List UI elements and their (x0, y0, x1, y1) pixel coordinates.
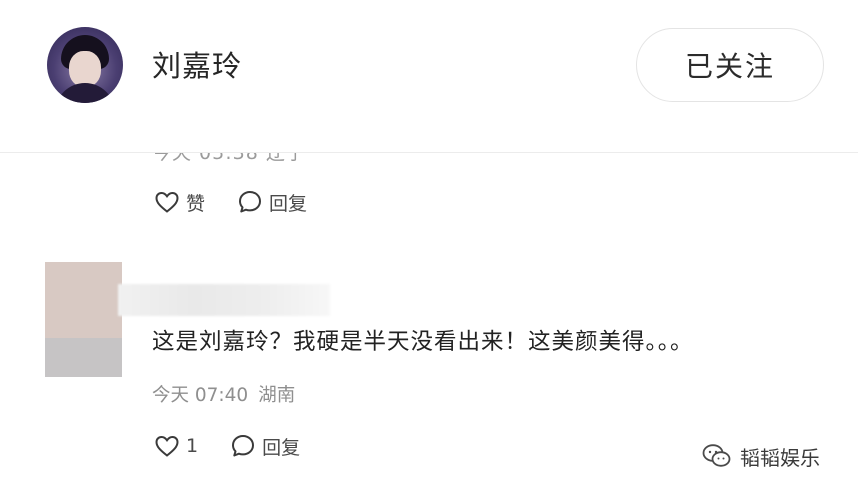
profile-header: 刘嘉玲 已关注 (0, 0, 858, 153)
author-avatar[interactable] (47, 27, 123, 103)
avatar-shoulders (55, 83, 115, 103)
comment-location: 湖南 (258, 385, 296, 406)
like-button[interactable]: 赞 (154, 189, 205, 216)
heart-icon (155, 435, 179, 457)
watermark: 韬韬娱乐 (702, 440, 820, 472)
reply-button[interactable]: 回复 (230, 433, 300, 460)
blurred-commenter-name (118, 284, 330, 316)
heart-icon (155, 191, 179, 213)
comment-bubble-icon (239, 191, 262, 213)
like-button[interactable]: 1 (154, 434, 198, 458)
comment-time: 今天 07:40 (152, 385, 249, 406)
commenter-avatar[interactable] (45, 262, 122, 377)
watermark-text: 韬韬娱乐 (740, 445, 820, 470)
comment-meta: 今天 07:40 湖南 (152, 382, 295, 410)
comment-actions: 1 回复 (154, 430, 332, 462)
like-label: 赞 (186, 192, 206, 215)
reply-label: 回复 (262, 436, 301, 459)
reply-label: 回复 (269, 192, 308, 215)
follow-button[interactable]: 已关注 (636, 28, 824, 102)
reply-button[interactable]: 回复 (237, 189, 307, 216)
comment-bubble-icon (232, 435, 255, 457)
previous-comment-actions: 赞 回复 (154, 186, 339, 218)
like-count: 1 (186, 435, 199, 457)
wechat-official-account-icon (702, 444, 731, 467)
author-name[interactable]: 刘嘉玲 (152, 45, 242, 87)
avatar-lower-band (45, 338, 122, 377)
comment-text: 这是刘嘉玲？我硬是半天没看出来！这美颜美得。。。 (152, 329, 694, 355)
avatar-face (69, 51, 101, 87)
